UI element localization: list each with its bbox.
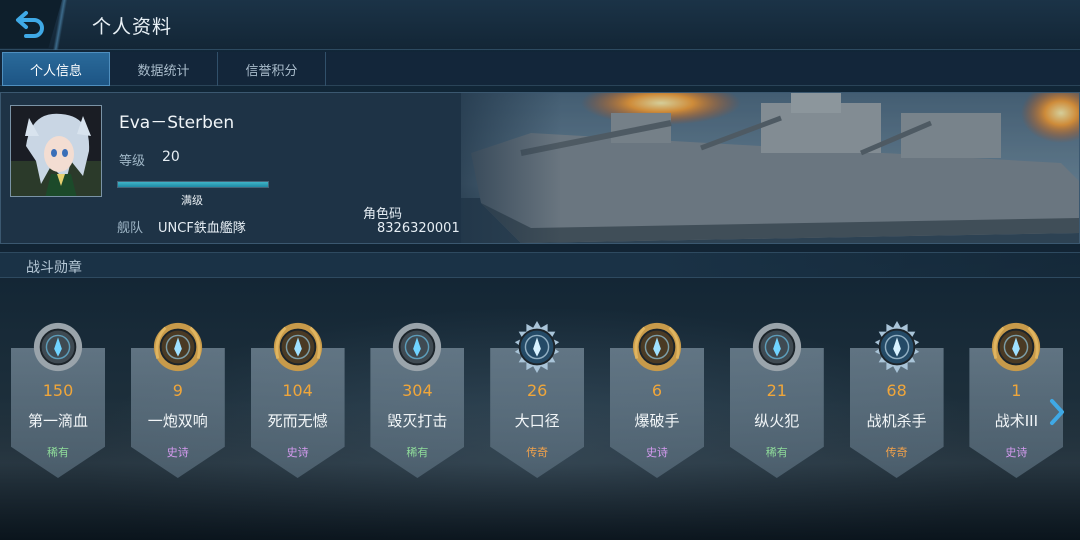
- level-progress-bar: [117, 181, 269, 188]
- aircraft-killer-medal-icon: [874, 320, 919, 374]
- medal-name: 第一滴血: [27, 412, 88, 430]
- medal-rarity: 史诗: [286, 446, 309, 459]
- big-caliber-medal-icon: [515, 320, 560, 374]
- tab-credit-score[interactable]: 信誉积分: [218, 52, 326, 86]
- double-shot-medal-icon: [153, 322, 202, 372]
- medal-count: 26: [527, 381, 548, 400]
- fleet-label: 舰队: [117, 221, 144, 236]
- medals-section-header: 战斗勋章: [0, 252, 1080, 278]
- level-value: 20: [162, 149, 180, 165]
- blood-drop-medal-icon: [33, 322, 83, 372]
- no-regret-medal-icon: [273, 322, 322, 372]
- medal-rarity: 稀有: [47, 446, 69, 459]
- medal-card[interactable]: 304 毁灭打击 稀有: [370, 318, 465, 478]
- medal-card[interactable]: 150 第一滴血 稀有: [11, 318, 105, 478]
- tab-data-statistics[interactable]: 数据统计: [110, 52, 218, 86]
- medal-name: 死而无憾: [267, 412, 328, 430]
- page-title: 个人资料: [92, 16, 173, 38]
- chevron-right-icon[interactable]: [1047, 398, 1067, 426]
- devastating-strike-medal-icon: [393, 322, 442, 372]
- medal-name: 战机杀手: [866, 412, 927, 430]
- demolition-medal-icon: [632, 322, 682, 372]
- medals-section-title: 战斗勋章: [26, 260, 82, 276]
- medal-count: 6: [651, 381, 663, 400]
- level-status: 满级: [181, 194, 203, 207]
- medal-rarity: 传奇: [526, 446, 549, 459]
- header-bar: 个人资料: [0, 0, 1080, 50]
- medal-count: 150: [42, 381, 74, 400]
- medal-card[interactable]: 21 纵火犯 稀有: [729, 318, 824, 478]
- tab-personal-info[interactable]: 个人信息: [2, 52, 110, 86]
- medal-name: 爆破手: [634, 412, 680, 430]
- medal-rarity: 史诗: [166, 446, 189, 459]
- medal-rarity: 稀有: [765, 446, 788, 459]
- avatar[interactable]: [10, 105, 102, 197]
- medal-name: 纵火犯: [754, 412, 800, 430]
- fleet-name[interactable]: UNCF鉄血艦隊: [158, 217, 246, 236]
- role-code-value: 8326320001: [377, 221, 460, 236]
- role-code-label: 角色码: [363, 207, 403, 222]
- medal-card[interactable]: 68 战机杀手 传奇: [849, 318, 944, 478]
- medal-name: 毁灭打击: [387, 412, 448, 430]
- arsonist-medal-icon: [752, 322, 801, 372]
- medal-name: 大口径: [514, 412, 560, 430]
- back-arrow-icon: [16, 11, 44, 38]
- medal-rarity: 传奇: [885, 446, 908, 459]
- medal-count: 68: [886, 381, 907, 400]
- medal-rarity: 稀有: [406, 446, 429, 459]
- medal-card[interactable]: 104 死而无憾 史诗: [250, 318, 345, 478]
- medal-count: 104: [282, 381, 313, 400]
- medal-rarity: 史诗: [646, 446, 668, 459]
- medal-name: 一炮双响: [147, 412, 208, 430]
- profile-card: Eva－Sterben 等级 20 满级 舰队 UNCF鉄血艦隊 角色码 832…: [0, 92, 1080, 244]
- player-name: Eva－Sterben: [119, 113, 235, 133]
- tactics-medal-icon: [992, 322, 1041, 372]
- medal-rarity: 史诗: [1005, 446, 1028, 459]
- medal-card[interactable]: 26 大口径 传奇: [490, 318, 585, 478]
- tab-bar: 个人信息 数据统计 信誉积分: [0, 52, 1080, 86]
- medal-card[interactable]: 6 爆破手 史诗: [610, 318, 704, 478]
- header-divider: [50, 0, 70, 50]
- level-label: 等级: [119, 154, 146, 169]
- level-progress-fill: [118, 182, 268, 187]
- medal-count: 304: [402, 381, 433, 400]
- medal-count: 9: [172, 381, 183, 400]
- medal-card[interactable]: 9 一炮双响 史诗: [130, 318, 225, 478]
- medal-count: 21: [766, 381, 787, 400]
